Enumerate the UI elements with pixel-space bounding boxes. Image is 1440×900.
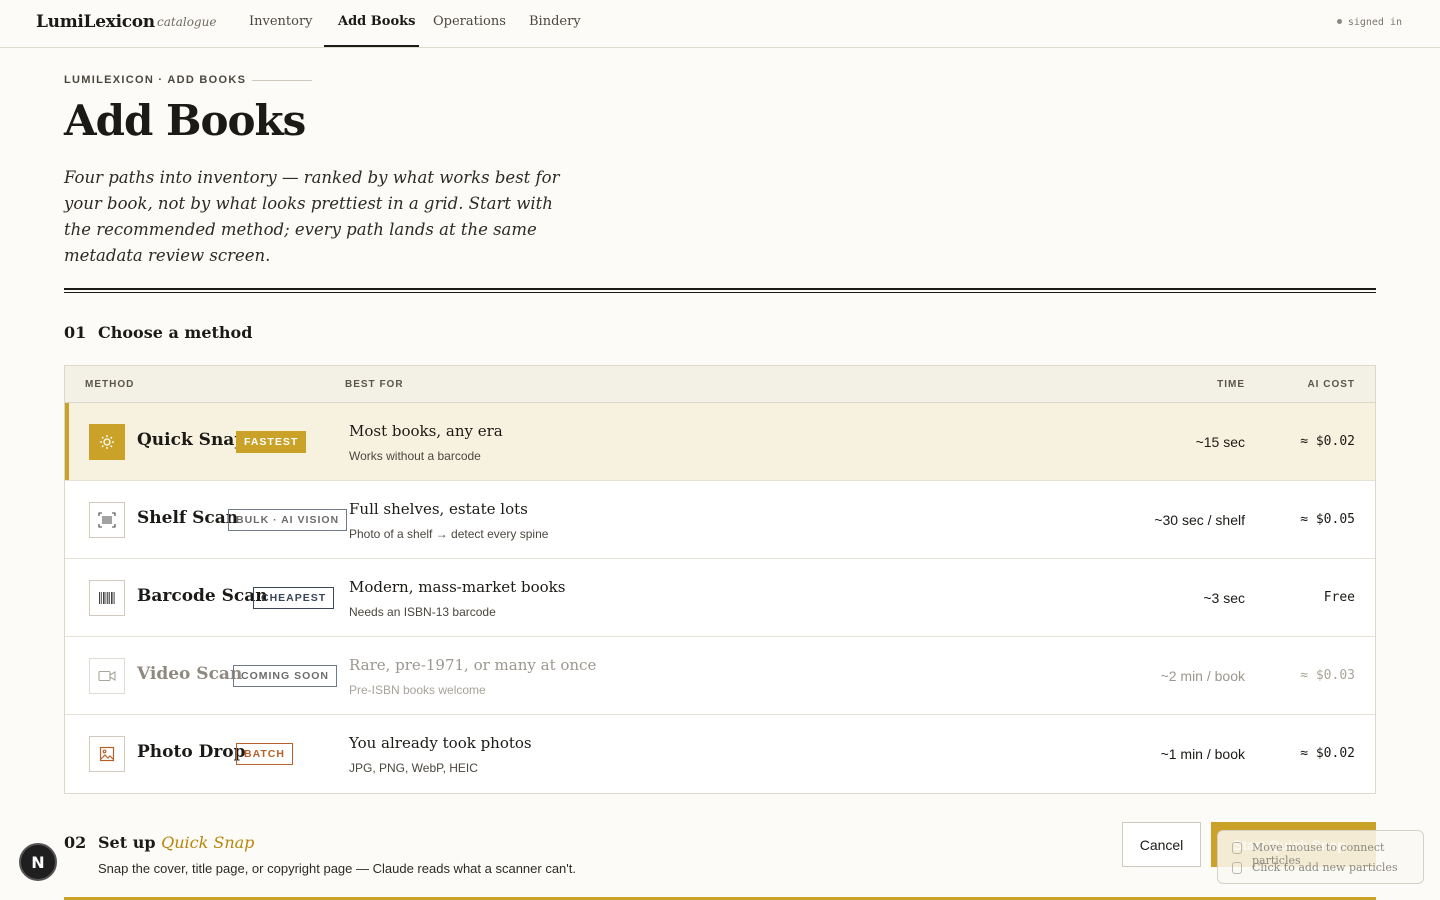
click-icon bbox=[1232, 862, 1242, 874]
mouse-icon bbox=[1232, 842, 1242, 854]
nav-operations[interactable]: Operations bbox=[433, 14, 506, 29]
method-time: ~1 min / book bbox=[1160, 746, 1245, 762]
method-row-video-scan: Video Scan COMING SOON Rare, pre-1971, o… bbox=[65, 637, 1375, 715]
session-status: signed in bbox=[1336, 17, 1402, 28]
method-cost: ≈ $0.03 bbox=[1300, 668, 1355, 683]
method-badge: BULK · AI VISION bbox=[228, 509, 348, 531]
particles-hint-tooltip: Move mouse to connect particles Click to… bbox=[1217, 830, 1424, 884]
method-name: Quick Snap bbox=[137, 430, 247, 450]
section-number: 02 bbox=[64, 833, 87, 852]
method-row-shelf-scan[interactable]: Shelf Scan BULK · AI VISION Full shelves… bbox=[65, 481, 1375, 559]
video-icon bbox=[89, 658, 125, 694]
method-time: ~3 sec bbox=[1203, 590, 1245, 606]
method-name: Barcode Scan bbox=[137, 586, 268, 606]
active-nav-indicator bbox=[324, 45, 419, 47]
breadcrumb: LUMILEXICON · ADD BOOKS bbox=[64, 74, 247, 86]
table-header: METHOD BEST FOR TIME AI COST bbox=[65, 366, 1375, 403]
method-note: Pre-ISBN books welcome bbox=[349, 683, 486, 697]
sun-icon bbox=[89, 424, 125, 460]
method-cost: ≈ $0.02 bbox=[1300, 746, 1355, 761]
section-number: 01 bbox=[64, 323, 87, 342]
dev-tools-badge[interactable]: N bbox=[19, 843, 57, 881]
method-note: JPG, PNG, WebP, HEIC bbox=[349, 761, 478, 775]
section-method-name: Quick Snap bbox=[161, 833, 255, 852]
page-lede: Four paths into inventory — ranked by wh… bbox=[64, 168, 560, 265]
brand-subtitle: catalogue bbox=[157, 15, 217, 29]
method-badge: BATCH bbox=[236, 743, 293, 765]
scan-icon bbox=[89, 502, 125, 538]
image-icon bbox=[89, 736, 125, 772]
col-method: METHOD bbox=[85, 379, 135, 390]
section-setup-description: Snap the cover, title page, or copyright… bbox=[98, 861, 576, 876]
session-status-label: signed in bbox=[1347, 17, 1402, 28]
col-time: TIME bbox=[1217, 379, 1245, 390]
barcode-icon bbox=[89, 580, 125, 616]
section-choose-method-heading: 01 Choose a method bbox=[64, 323, 252, 342]
method-name: Video Scan bbox=[137, 664, 243, 684]
method-row-barcode-scan[interactable]: Barcode Scan CHEAPEST Modern, mass-marke… bbox=[65, 559, 1375, 637]
nav-bindery[interactable]: Bindery bbox=[529, 14, 581, 29]
method-note: Photo of a shelf → detect every spine bbox=[349, 527, 549, 541]
method-best-for: Modern, mass-market books bbox=[349, 578, 566, 596]
method-cost: ≈ $0.05 bbox=[1300, 512, 1355, 527]
method-time: ~2 min / book bbox=[1160, 668, 1245, 684]
header-divider bbox=[64, 288, 1376, 290]
method-time: ~15 sec bbox=[1195, 434, 1245, 450]
method-note: Needs an ISBN-13 barcode bbox=[349, 605, 496, 619]
nav-inventory[interactable]: Inventory bbox=[249, 14, 313, 29]
cancel-button[interactable]: Cancel bbox=[1122, 822, 1201, 867]
method-row-photo-drop[interactable]: Photo Drop BATCH You already took photos… bbox=[65, 715, 1375, 793]
method-badge: FASTEST bbox=[236, 431, 307, 453]
method-row-quick-snap[interactable]: Quick Snap FASTEST Most books, any era W… bbox=[65, 403, 1375, 481]
hint-line-2: Click to add new particles bbox=[1252, 861, 1398, 874]
status-dot-icon bbox=[1336, 18, 1342, 24]
method-note: Works without a barcode bbox=[349, 449, 481, 463]
method-cost: ≈ $0.02 bbox=[1300, 434, 1355, 449]
method-best-for: You already took photos bbox=[349, 734, 532, 752]
method-name: Photo Drop bbox=[137, 742, 246, 762]
method-best-for: Rare, pre-1971, or many at once bbox=[349, 656, 597, 674]
col-best-for: BEST FOR bbox=[345, 379, 404, 390]
method-badge: COMING SOON bbox=[233, 665, 338, 687]
breadcrumb-divider bbox=[252, 80, 312, 81]
col-ai-cost: AI COST bbox=[1307, 379, 1355, 390]
nav-add-books[interactable]: Add Books bbox=[338, 14, 415, 29]
section-title-prefix: Set up bbox=[98, 833, 156, 852]
section-setup-heading: 02 Set up Quick Snap bbox=[64, 833, 254, 852]
method-name: Shelf Scan bbox=[137, 508, 239, 528]
method-best-for: Most books, any era bbox=[349, 422, 503, 440]
header-divider-thin bbox=[64, 292, 1376, 293]
top-nav: LumiLexicon catalogue Inventory Add Book… bbox=[0, 0, 1440, 48]
method-table: METHOD BEST FOR TIME AI COST Quick Snap … bbox=[64, 365, 1376, 794]
method-badge: CHEAPEST bbox=[253, 587, 335, 609]
method-time: ~30 sec / shelf bbox=[1154, 512, 1245, 528]
page-title: Add Books bbox=[64, 96, 306, 145]
method-cost: Free bbox=[1323, 590, 1355, 605]
section-title: Choose a method bbox=[98, 323, 253, 342]
method-best-for: Full shelves, estate lots bbox=[349, 500, 528, 518]
brand-logo[interactable]: LumiLexicon bbox=[36, 12, 155, 32]
